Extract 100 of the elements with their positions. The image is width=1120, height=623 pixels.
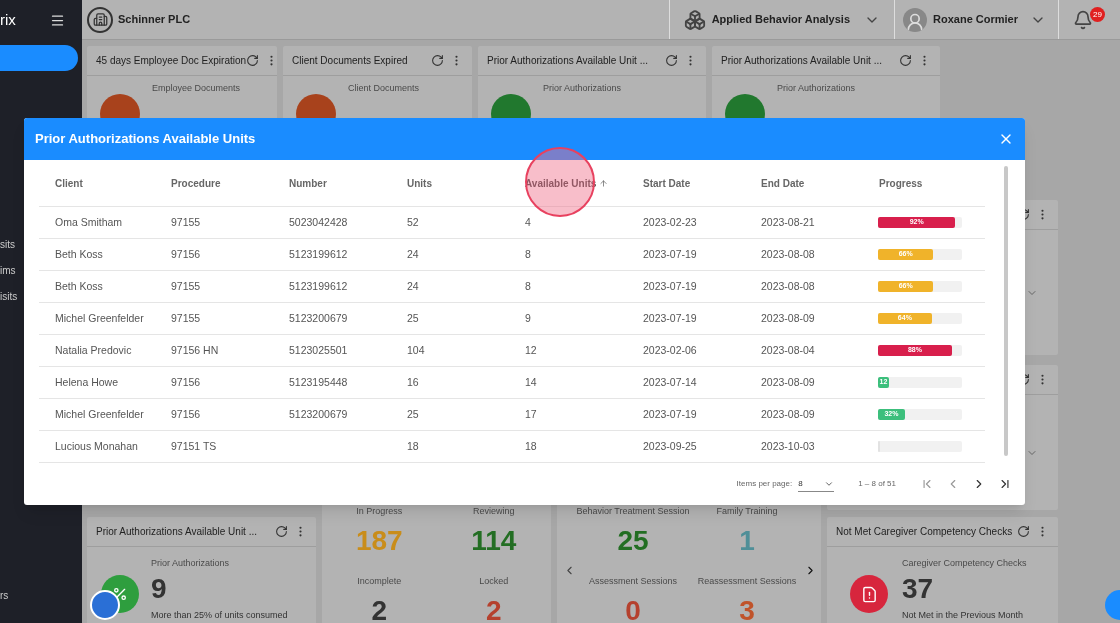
document-warning-icon <box>850 575 888 613</box>
card-note: More than 25% of units consumed <box>151 608 288 622</box>
table-cell-text: 2023-08-08 <box>761 246 815 262</box>
table-cell-text: Oma Smitham <box>55 214 123 230</box>
card-value: 9 <box>151 574 168 603</box>
last-page-icon[interactable] <box>998 477 1012 491</box>
card-title: 45 days Employee Doc Expiration <box>96 54 247 68</box>
stat-label: Behavior Treatment Session <box>576 505 690 518</box>
table-cell-text: 5123200679 <box>289 310 348 326</box>
table-cell-text: 5123025501 <box>289 342 348 358</box>
program-selector[interactable]: Applied Behavior Analysis <box>668 0 894 39</box>
table-cell-text: 2023-08-09 <box>761 310 815 326</box>
table-cell-text: 2023-02-06 <box>643 342 697 358</box>
stat-label: Family Training <box>716 505 778 518</box>
stat-value: 114 <box>471 526 517 555</box>
table-cell-text: 5123199612 <box>289 278 348 294</box>
table-cell-text: 2023-08-09 <box>761 374 815 390</box>
table-cell-text: 2023-07-19 <box>643 278 697 294</box>
refresh-icon[interactable] <box>275 525 288 538</box>
table-cell-text: 25 <box>407 310 419 326</box>
stat-value: 0 <box>625 596 641 623</box>
column-header[interactable]: Number <box>273 160 391 206</box>
stat-value: 3 <box>739 596 755 623</box>
stat-label: Assessment Sessions <box>588 575 677 588</box>
table-cell-text: 97155 <box>171 278 201 294</box>
table-cell-text: Beth Koss <box>55 278 103 294</box>
column-header[interactable]: Procedure <box>155 160 273 206</box>
table-cell-text: 97156 HN <box>171 342 219 358</box>
first-page-icon[interactable] <box>920 477 934 491</box>
table-cell-text: 52 <box>407 214 419 230</box>
table-cell-text: 2023-07-19 <box>643 310 697 326</box>
table-cell-text: 12 <box>525 342 537 358</box>
column-header[interactable]: Units <box>391 160 509 206</box>
refresh-icon[interactable] <box>431 54 444 67</box>
refresh-icon[interactable] <box>246 54 260 67</box>
table-cell-text: 5023042428 <box>289 214 348 230</box>
stat-label: Reassessment Sessions <box>697 575 797 588</box>
card-subtitle: Prior Authorizations <box>543 82 622 95</box>
refresh-icon[interactable] <box>899 54 912 67</box>
cubes-icon <box>683 8 706 31</box>
card-title: Prior Authorizations Available Unit ... <box>721 54 882 68</box>
page-range: 1 – 8 of 51 <box>858 478 896 490</box>
stat-label: Locked <box>479 575 509 588</box>
table-cell-text: 2023-08-08 <box>761 278 815 294</box>
refresh-icon[interactable] <box>1017 525 1030 538</box>
card-value: 37 <box>902 574 935 603</box>
column-header[interactable]: Start Date <box>627 160 745 206</box>
table-cell-text: 2023-08-04 <box>761 342 815 358</box>
menu-icon[interactable] <box>50 12 65 28</box>
table-cell-text: 5123199612 <box>289 246 348 262</box>
notifications-bell-icon[interactable] <box>1073 9 1093 30</box>
table-cell-text: 24 <box>407 278 419 294</box>
active-nav-item[interactable] <box>0 45 78 71</box>
card-title: Prior Authorizations Available Unit ... <box>487 54 648 68</box>
table-cell-text: Helena Howe <box>55 374 119 390</box>
stat-label: Reviewing <box>473 505 515 518</box>
table-cell-text: 8 <box>525 278 531 294</box>
table-cell-text: 2023-10-03 <box>761 438 815 454</box>
table-cell-text: 5123195448 <box>289 374 348 390</box>
table-cell-text: 24 <box>407 246 419 262</box>
stat-label: In Progress <box>356 505 403 518</box>
stat-value: 2 <box>371 596 388 623</box>
table-cell-text: Michel Greenfelder <box>55 310 144 326</box>
items-per-page-label: Items per page: <box>736 478 793 490</box>
modal-title: Prior Authorizations Available Units <box>35 130 256 149</box>
card-title: Prior Authorizations Available Unit ... <box>96 525 257 539</box>
scrollbar[interactable] <box>1004 166 1008 456</box>
column-header[interactable]: End Date <box>745 160 863 206</box>
card-subtitle: Client Documents <box>348 82 420 95</box>
card-title: Not Met Caregiver Competency Checks <box>836 525 1013 539</box>
company-logo-icon <box>87 6 113 33</box>
page-size-select[interactable]: 8 <box>798 476 835 492</box>
table-cell-text: 2023-07-14 <box>643 374 697 390</box>
stat-value: 2 <box>485 596 502 623</box>
table-cell-text: 17 <box>525 406 537 422</box>
card-subtitle: Caregiver Competency Checks <box>902 557 1027 570</box>
table-cell-text: 8 <box>525 246 531 262</box>
stat-value: 1 <box>739 526 755 555</box>
table-cell-text: 97151 TS <box>171 438 217 454</box>
table-cell-text: 97156 <box>171 374 201 390</box>
refresh-icon[interactable] <box>665 54 678 67</box>
brand-name: rix <box>0 9 16 30</box>
user-menu[interactable]: Roxane Cormier <box>894 0 1058 39</box>
table-cell-text: 97156 <box>171 406 201 422</box>
table-cell-text: 9 <box>525 310 531 326</box>
table-cell-text: 18 <box>525 438 537 454</box>
company-name: Schinner PLC <box>118 12 191 28</box>
table-cell-text: Lucious Monahan <box>55 438 138 454</box>
table-cell-text: 97156 <box>171 246 201 262</box>
column-header[interactable]: Progress <box>863 160 985 206</box>
column-header[interactable]: Client <box>39 160 155 206</box>
stat-label: Incomplete <box>357 575 402 588</box>
table-cell-text: 97155 <box>171 214 201 230</box>
table-cell-text: 2023-08-21 <box>761 214 815 230</box>
nav-item[interactable]: rs <box>0 582 82 608</box>
table-cell-text: Michel Greenfelder <box>55 406 144 422</box>
table-cell-text: 14 <box>525 374 537 390</box>
notification-count: 29 <box>1090 7 1105 22</box>
table-cell-text: 104 <box>407 342 425 358</box>
card-note: Not Met in the Previous Month <box>902 608 1025 622</box>
